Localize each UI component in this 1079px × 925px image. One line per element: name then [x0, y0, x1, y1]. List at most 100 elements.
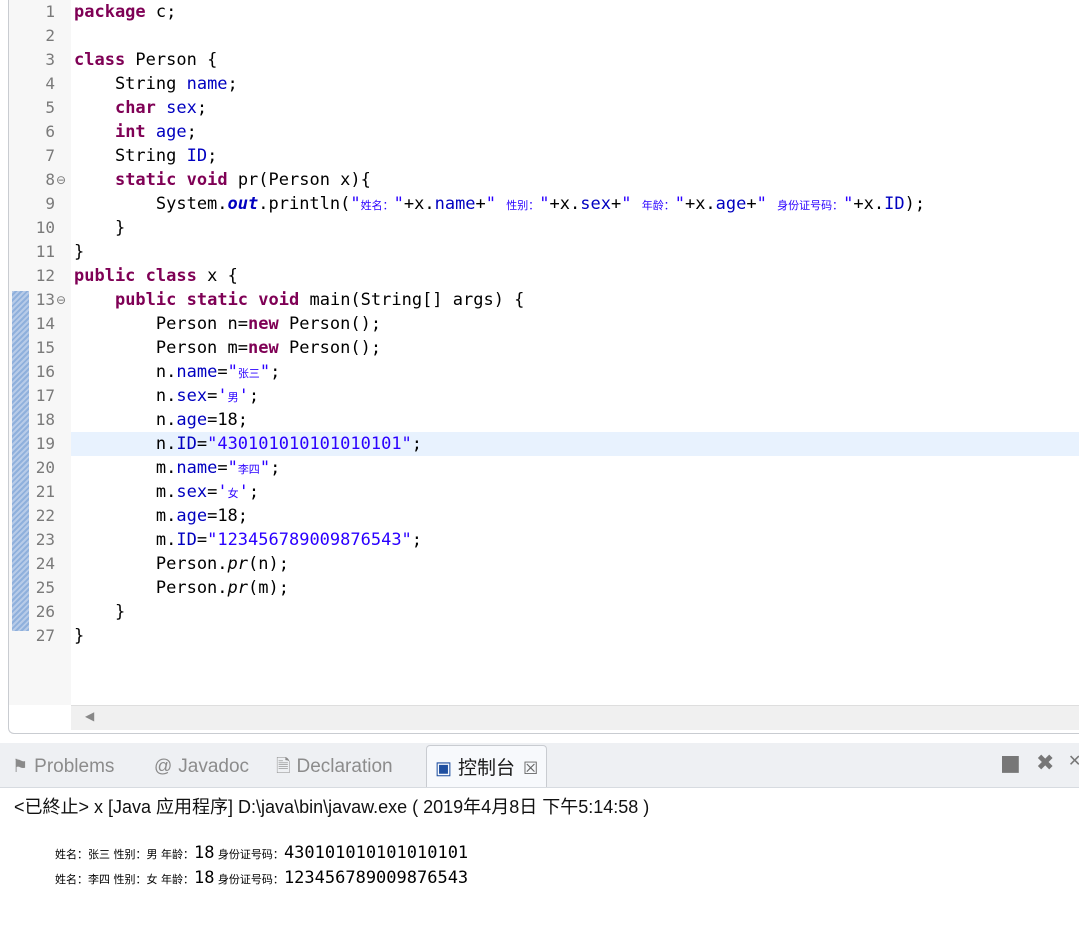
fold-toggle-icon[interactable]: ⊖: [56, 288, 68, 312]
tab-javadoc[interactable]: @ Javadoc: [154, 751, 249, 781]
line-number: 12: [35, 266, 55, 285]
code-token: Person.: [74, 578, 228, 598]
code-line[interactable]: }: [71, 624, 1079, 648]
code-line[interactable]: n.age=18;: [71, 408, 1079, 432]
line-number: 7: [45, 146, 55, 165]
tab-label: Problems: [34, 756, 115, 777]
code-token: =: [217, 458, 228, 478]
code-token: void: [186, 170, 228, 190]
line-number: 22: [35, 506, 55, 525]
code-line[interactable]: static void pr(Person x){: [71, 168, 1079, 192]
code-line[interactable]: m.sex='女';: [71, 480, 1079, 504]
code-token: ;: [196, 98, 208, 118]
code-token: Person n=: [74, 314, 248, 334]
terminate-icon[interactable]: ■: [1000, 751, 1021, 776]
code-token: 男: [227, 391, 239, 404]
code-line[interactable]: public static void main(String[] args) {: [71, 288, 1079, 312]
code-token: class: [145, 266, 197, 286]
code-line[interactable]: }: [71, 240, 1079, 264]
code-token: name: [434, 194, 476, 214]
tab-console[interactable]: ▣ 控制台 ☒: [426, 745, 548, 787]
code-line[interactable]: System.out.println("姓名："+x.name+" 性别："+x…: [71, 192, 1079, 216]
code-token: n.: [74, 434, 177, 454]
code-line[interactable]: Person m=new Person();: [71, 336, 1079, 360]
code-token: age: [715, 194, 747, 214]
line-number: 16: [35, 362, 55, 381]
code-token: }: [74, 218, 126, 238]
code-token: +: [475, 194, 486, 214]
code-line[interactable]: class Person {: [71, 48, 1079, 72]
code-token: static: [186, 290, 249, 310]
code-token: age: [155, 122, 187, 142]
code-line[interactable]: }: [71, 216, 1079, 240]
code-line[interactable]: Person n=new Person();: [71, 312, 1079, 336]
code-token: age: [176, 410, 208, 430]
code-line[interactable]: package c;: [71, 0, 1079, 24]
code-token: m.: [74, 458, 177, 478]
code-line[interactable]: }: [71, 600, 1079, 624]
code-line[interactable]: m.ID="123456789009876543";: [71, 528, 1079, 552]
code-token: ": [674, 194, 685, 214]
remove-all-icon[interactable]: ✕: [1068, 751, 1079, 770]
code-line[interactable]: [71, 24, 1079, 48]
code-token: out: [227, 194, 259, 214]
code-token: class: [74, 50, 126, 70]
code-line[interactable]: Person.pr(m);: [71, 576, 1079, 600]
code-token: pr: [227, 554, 249, 574]
code-line[interactable]: int age;: [71, 120, 1079, 144]
code-line[interactable]: Person.pr(n);: [71, 552, 1079, 576]
code-token: ': [238, 386, 249, 406]
code-area[interactable]: package c; class Person { String name; ch…: [71, 0, 1079, 705]
code-token: void: [258, 290, 300, 310]
line-number: 14: [35, 314, 55, 333]
code-token: =: [207, 386, 218, 406]
code-token: pr: [227, 578, 249, 598]
tab-problems[interactable]: ⚑ Problems: [12, 751, 114, 781]
horizontal-scrollbar[interactable]: ◀: [71, 705, 1079, 730]
code-token: System.: [74, 194, 228, 214]
code-token: ": [259, 362, 271, 382]
code-line[interactable]: n.ID="430101010101010101";: [71, 432, 1079, 456]
code-token: );: [904, 194, 926, 214]
line-number: 15: [35, 338, 55, 357]
code-line[interactable]: String ID;: [71, 144, 1079, 168]
code-token: }: [74, 242, 85, 262]
code-line[interactable]: m.name="李四";: [71, 456, 1079, 480]
code-line[interactable]: n.name="张三";: [71, 360, 1079, 384]
scroll-left-arrow-icon[interactable]: ◀: [85, 709, 94, 723]
code-line[interactable]: public class x {: [71, 264, 1079, 288]
code-editor[interactable]: 1 2 3 4 5 6 7 8 ⊖ 9 10 11 12 13 ⊖ 14 15 16 17 18 19 20 21 22 23 2…: [8, 0, 1079, 734]
code-token: package: [74, 2, 146, 22]
code-line[interactable]: char sex;: [71, 96, 1079, 120]
code-token: ': [217, 386, 228, 406]
line-number: 1: [45, 2, 55, 21]
code-token: public: [114, 290, 177, 310]
code-line[interactable]: String name;: [71, 72, 1079, 96]
code-token: m.: [74, 482, 177, 502]
tab-declaration[interactable]: 🗎 Declaration: [276, 751, 393, 781]
code-token: =: [207, 482, 218, 502]
code-line[interactable]: m.age=18;: [71, 504, 1079, 528]
close-icon[interactable]: ☒: [523, 759, 538, 778]
line-number: 3: [45, 50, 55, 69]
fold-toggle-icon[interactable]: ⊖: [56, 168, 68, 192]
view-tab-bar: ⚑ Problems @ Javadoc 🗎 Declaration ▣ 控制台 ☒ ■ …: [0, 743, 1079, 788]
code-token: ;: [207, 146, 218, 166]
code-token: +x.: [853, 194, 885, 214]
line-number: 26: [35, 602, 55, 621]
line-number: 19: [35, 434, 55, 453]
console-output-line: 姓名：李四 性别：女 年龄：18 身份证号码：12345678900987654…: [54, 868, 469, 888]
code-token: "430101010101010101": [207, 434, 412, 454]
line-number: 4: [45, 74, 55, 93]
code-token: Person m=: [74, 338, 248, 358]
javadoc-icon: @: [154, 756, 173, 776]
remove-launch-icon[interactable]: ✖: [1036, 751, 1054, 776]
code-token: m.: [74, 506, 177, 526]
line-number: 24: [35, 554, 55, 573]
code-line[interactable]: n.sex='男';: [71, 384, 1079, 408]
code-token: +: [746, 194, 757, 214]
